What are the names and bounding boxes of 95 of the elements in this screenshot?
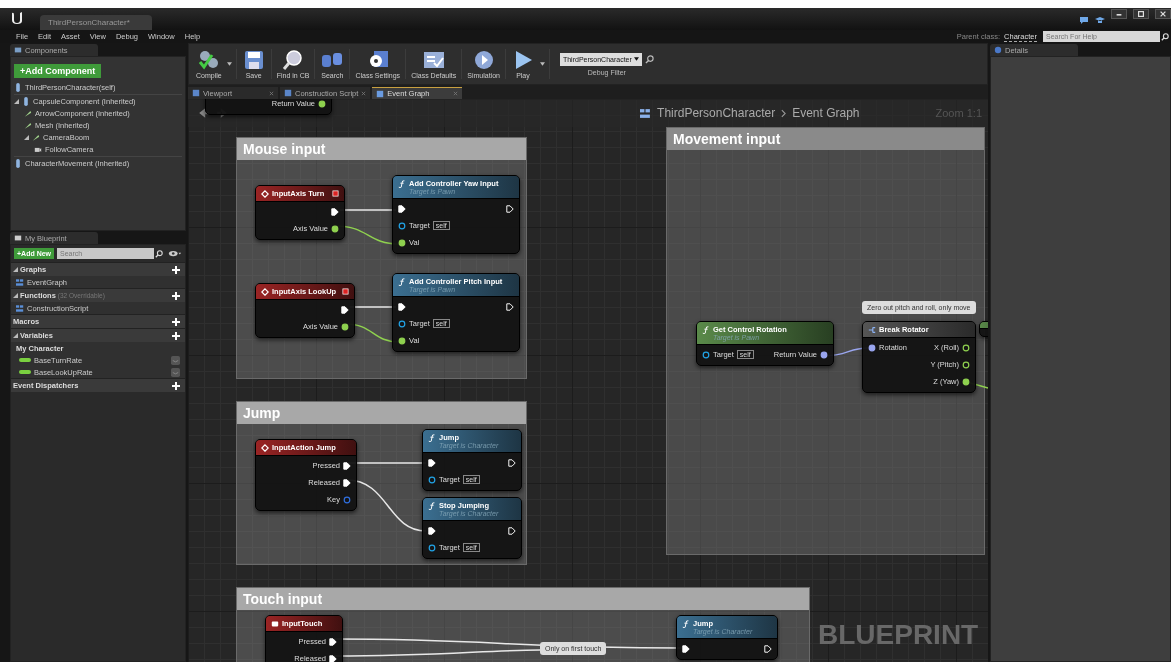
caret-icon xyxy=(633,57,639,61)
data-pin-icon[interactable] xyxy=(962,377,970,386)
add-icon[interactable] xyxy=(172,265,180,274)
component-icon xyxy=(14,158,22,168)
function-icon xyxy=(702,325,710,334)
expand-arrow-icon[interactable] xyxy=(13,293,18,298)
breadcrumb-item[interactable]: ThirdPersonCharacter xyxy=(657,106,776,120)
graph-watermark: BLUEPRINT xyxy=(818,619,979,651)
exec-pin-icon[interactable] xyxy=(508,458,516,467)
comment-title: Movement input xyxy=(673,131,781,147)
data-pin-icon[interactable] xyxy=(962,360,970,369)
components-icon xyxy=(14,46,22,54)
function-icon xyxy=(428,501,436,510)
data-pin-icon[interactable] xyxy=(962,343,970,352)
exec-pin-icon[interactable] xyxy=(682,644,690,653)
graph-icon xyxy=(640,107,652,119)
exec-pin-icon[interactable] xyxy=(506,302,514,311)
data-pin-icon[interactable] xyxy=(318,99,326,108)
tab-icon xyxy=(284,89,292,97)
break-icon xyxy=(868,325,876,334)
book-icon xyxy=(14,234,22,242)
event-icon xyxy=(261,287,269,296)
event-icon xyxy=(261,189,269,198)
exec-pin-icon[interactable] xyxy=(341,305,349,314)
data-pin-icon[interactable] xyxy=(398,336,406,345)
add-icon[interactable] xyxy=(172,331,180,340)
exec-pin-icon[interactable] xyxy=(398,204,406,213)
eye-icon[interactable] xyxy=(168,250,182,257)
checklist-icon xyxy=(421,49,446,71)
exec-pin-icon[interactable] xyxy=(343,461,351,470)
comment-title: Mouse input xyxy=(243,141,326,157)
function-icon xyxy=(398,179,406,188)
event-icon xyxy=(261,443,269,452)
data-pin-icon[interactable] xyxy=(702,350,710,359)
maximize-button[interactable] xyxy=(1133,9,1149,19)
close-icon[interactable] xyxy=(361,90,367,96)
data-pin-icon[interactable] xyxy=(868,343,876,352)
expand-arrow-icon[interactable] xyxy=(24,134,29,140)
comment-title: Jump xyxy=(243,405,281,421)
exec-pin-icon[interactable] xyxy=(428,458,436,467)
gears-icon xyxy=(196,49,221,71)
expand-arrow-icon[interactable] xyxy=(14,98,19,104)
exec-pin-icon[interactable] xyxy=(764,644,772,653)
exec-pin-icon[interactable] xyxy=(343,478,351,487)
exec-pin-icon[interactable] xyxy=(329,654,337,662)
expand-arrow-icon[interactable] xyxy=(13,333,18,338)
data-pin-icon[interactable] xyxy=(398,238,406,247)
chat-bubble-icon[interactable] xyxy=(1079,15,1089,25)
search-icon[interactable] xyxy=(644,54,654,64)
add-icon[interactable] xyxy=(172,291,180,300)
tab-icon xyxy=(192,89,200,97)
graduation-cap-icon[interactable] xyxy=(1095,15,1105,25)
graph-icon xyxy=(16,277,24,287)
comment-title: Touch input xyxy=(243,591,323,607)
exec-pin-icon[interactable] xyxy=(508,526,516,535)
close-button[interactable] xyxy=(1155,9,1171,19)
data-pin-icon[interactable] xyxy=(331,224,339,233)
search-icon[interactable] xyxy=(1161,32,1169,41)
close-icon xyxy=(1158,10,1168,18)
data-pin-icon[interactable] xyxy=(428,475,436,484)
logo-icon xyxy=(10,11,24,25)
add-icon[interactable] xyxy=(172,317,180,326)
data-pin-icon[interactable] xyxy=(428,543,436,552)
data-pin-icon[interactable] xyxy=(398,221,406,230)
add-icon[interactable] xyxy=(172,381,180,390)
data-pin-icon[interactable] xyxy=(398,319,406,328)
function-icon xyxy=(682,619,690,628)
exec-pin-icon[interactable] xyxy=(331,207,339,216)
tab-icon xyxy=(376,89,385,98)
caret-icon[interactable] xyxy=(539,62,545,66)
breadcrumb-item[interactable]: Event Graph xyxy=(792,106,860,120)
close-icon[interactable] xyxy=(269,90,274,96)
add-component-button[interactable]: +Add Component xyxy=(14,64,102,78)
visibility-icon[interactable] xyxy=(171,355,180,365)
exec-pin-icon[interactable] xyxy=(506,204,514,213)
expand-arrow-icon[interactable] xyxy=(13,267,18,272)
visibility-icon[interactable] xyxy=(171,367,180,377)
maximize-icon xyxy=(1136,10,1146,18)
touch-icon xyxy=(271,619,279,628)
function-icon xyxy=(428,433,436,442)
graph-icon xyxy=(16,303,24,313)
exec-pin-icon[interactable] xyxy=(428,526,436,535)
caret-icon[interactable] xyxy=(226,62,232,66)
float-type-icon xyxy=(19,370,31,374)
document-tab[interactable]: ThirdPersonCharacter* xyxy=(40,15,152,30)
function-icon xyxy=(398,277,406,286)
chevron-icon xyxy=(781,108,787,118)
info-icon xyxy=(994,46,1002,54)
data-pin-icon[interactable] xyxy=(820,350,828,359)
search-icon[interactable] xyxy=(155,249,163,258)
exec-pin-icon[interactable] xyxy=(398,302,406,311)
minimize-button[interactable] xyxy=(1111,9,1127,19)
data-pin-icon[interactable] xyxy=(341,322,349,331)
float-type-icon xyxy=(19,358,31,362)
exec-pin-icon[interactable] xyxy=(329,637,337,646)
